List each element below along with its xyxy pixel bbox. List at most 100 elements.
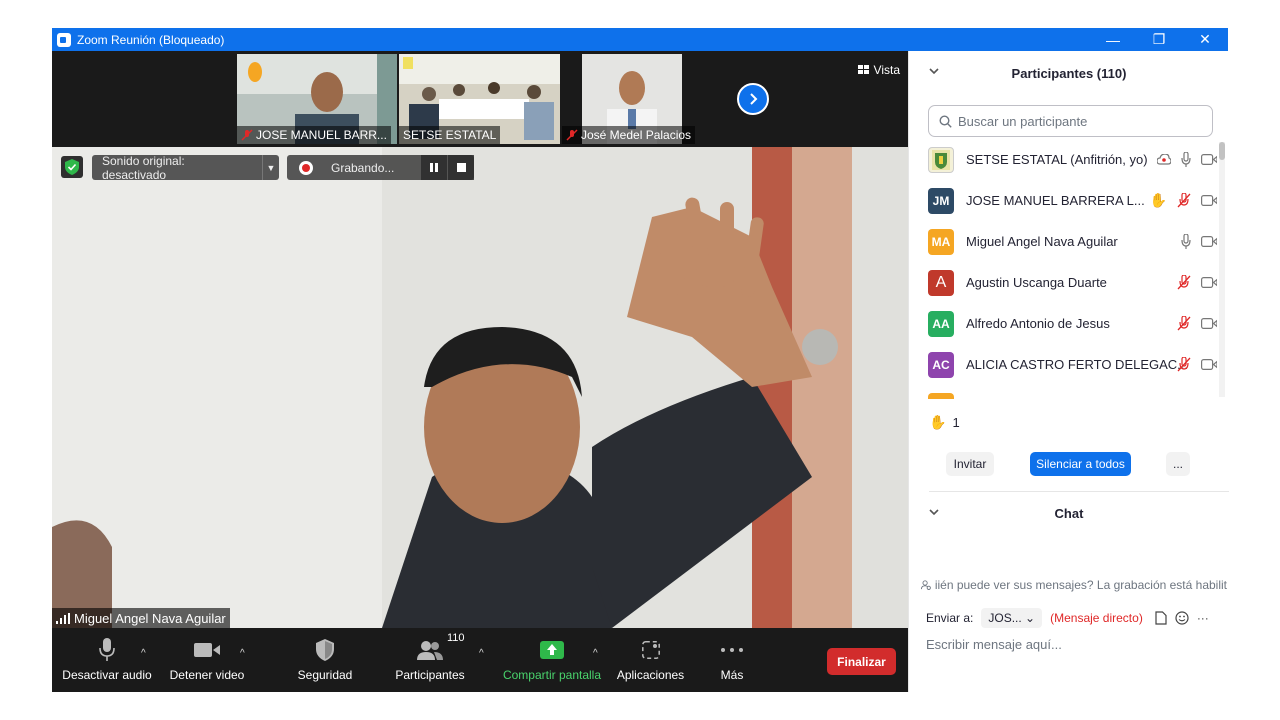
collapse-chevron-icon[interactable] — [929, 507, 939, 519]
more-button[interactable]: Más — [707, 628, 757, 692]
original-sound-toggle[interactable]: Sonido original: desactivado ▼ — [92, 154, 279, 182]
direct-message-label: (Mensaje directo) — [1050, 611, 1143, 625]
side-panel: Participantes (110) Buscar un participan… — [908, 51, 1229, 692]
microphone-icon — [1181, 234, 1191, 249]
participant-row[interactable]: A Agustin Uscanga Duarte — [909, 262, 1225, 303]
recipient-select[interactable]: JOS... ⌄ — [981, 608, 1043, 628]
participants-options-chevron-icon[interactable]: ^ — [479, 648, 484, 659]
close-button[interactable]: ✕ — [1182, 28, 1228, 51]
recipient-value: JOS... — [988, 611, 1022, 625]
user-info-icon — [921, 580, 931, 590]
participant-name: Agustin Uscanga Duarte — [966, 275, 1107, 290]
chat-recipient-row: Enviar a: JOS... ⌄ (Mensaje directo) ··· — [926, 608, 1209, 628]
thumbnail-label: SETSE ESTATAL — [399, 126, 501, 144]
participants-title: Participantes (110) — [1011, 66, 1127, 81]
participant-status — [1181, 234, 1217, 249]
participant-name: Alfredo Antonio de Jesus — [966, 316, 1110, 331]
mute-audio-button[interactable]: Desactivar audio — [62, 628, 152, 692]
participant-list-scrollbar[interactable] — [1219, 142, 1225, 397]
participants-header: Participantes (110) — [909, 51, 1229, 96]
pause-recording-button[interactable] — [421, 155, 447, 180]
raised-hands-count: 1 — [952, 415, 960, 430]
raised-hands-counter: ✋ 1 — [929, 414, 960, 431]
participant-status — [1157, 152, 1217, 167]
thumbnail-name: SETSE ESTATAL — [403, 128, 497, 142]
more-dots-icon[interactable]: ··· — [1197, 611, 1209, 625]
apps-button[interactable]: Aplicaciones — [613, 628, 688, 692]
security-label: Seguridad — [297, 668, 353, 682]
chat-title: Chat — [1054, 505, 1084, 521]
stop-video-button[interactable]: Detener video — [167, 628, 247, 692]
active-speaker-video[interactable]: Sonido original: desactivado ▼ Grabando.… — [52, 147, 908, 628]
signal-strength-icon — [56, 612, 70, 624]
video-camera-icon — [1201, 236, 1217, 247]
participant-row[interactable] — [909, 385, 1225, 399]
chat-message-input[interactable]: Escribir mensaje aquí... — [926, 637, 1062, 652]
video-thumbnail[interactable]: SETSE ESTATAL — [399, 54, 560, 144]
window-title: Zoom Reunión (Bloqueado) — [77, 32, 225, 47]
mic-off-icon — [566, 129, 578, 141]
participant-status — [1177, 275, 1217, 290]
apps-label: Aplicaciones — [616, 668, 685, 682]
security-button[interactable]: Seguridad — [290, 628, 360, 692]
next-page-button[interactable] — [737, 83, 769, 115]
mic-off-icon — [1177, 193, 1191, 208]
mic-off-icon — [1177, 357, 1191, 372]
file-icon[interactable] — [1155, 611, 1167, 625]
share-options-chevron-icon[interactable]: ^ — [593, 648, 598, 659]
share-screen-icon — [540, 638, 564, 662]
participant-name: ALICIA CASTRO FERTO DELEGAC... — [966, 357, 1189, 372]
more-options-button[interactable]: ... — [1166, 452, 1190, 476]
participant-search-input[interactable]: Buscar un participante — [928, 105, 1213, 137]
raised-hand-icon: ✋ — [929, 414, 947, 430]
apps-icon — [641, 638, 660, 662]
chat-privacy-notice[interactable]: iién puede ver sus mensajes? La grabació… — [921, 578, 1227, 592]
collapse-chevron-icon[interactable] — [929, 66, 939, 78]
participant-status — [1177, 357, 1217, 372]
participant-row[interactable]: SETSE ESTATAL (Anfitrión, yo) — [909, 139, 1225, 180]
end-meeting-button[interactable]: Finalizar — [827, 648, 896, 675]
participants-label: Participantes — [395, 668, 465, 682]
mic-off-icon — [1177, 316, 1191, 331]
participant-row[interactable]: MA Miguel Angel Nava Aguilar — [909, 221, 1225, 262]
participant-row[interactable]: AA Alfredo Antonio de Jesus — [909, 303, 1225, 344]
share-screen-button[interactable]: Compartir pantalla — [500, 628, 604, 692]
restore-button[interactable]: ❐ — [1136, 28, 1182, 51]
invite-button[interactable]: Invitar — [946, 452, 994, 476]
view-label: Vista — [873, 63, 900, 77]
emoji-icon[interactable] — [1175, 611, 1189, 625]
raised-hand-icon: ✋ — [1149, 192, 1167, 208]
participant-status — [1177, 316, 1217, 331]
view-button[interactable]: Vista — [857, 63, 900, 77]
participants-button[interactable]: 110 Participantes — [390, 628, 470, 692]
mic-off-icon — [1177, 275, 1191, 290]
audio-options-chevron-icon[interactable]: ^ — [141, 648, 146, 659]
participants-count: 110 — [447, 632, 465, 644]
thumbnail-name: JOSE MANUEL BARR... — [256, 128, 387, 142]
cloud-recording-icon — [1157, 153, 1171, 165]
video-options-chevron-icon[interactable]: ^ — [240, 648, 245, 659]
mute-all-button[interactable]: Silenciar a todos — [1030, 452, 1131, 476]
security-shield-badge[interactable] — [61, 156, 83, 178]
participant-row[interactable]: AC ALICIA CASTRO FERTO DELEGAC... — [909, 344, 1225, 385]
video-thumbnail[interactable]: JOSE MANUEL BARR... — [237, 54, 397, 144]
recording-indicator: Grabando... — [287, 155, 474, 180]
microphone-icon — [1181, 152, 1191, 167]
participant-row[interactable]: JM JOSE MANUEL BARRERA L... ✋ — [909, 180, 1225, 221]
avatar: MA — [928, 228, 954, 255]
chevron-down-icon[interactable]: ▼ — [263, 163, 279, 173]
thumbnail-label: José Medel Palacios — [562, 126, 696, 144]
minimize-button[interactable]: — — [1090, 28, 1136, 51]
speaker-name: Miguel Angel Nava Aguilar — [74, 610, 226, 626]
send-to-label: Enviar a: — [926, 611, 974, 625]
participant-status: ✋ — [1150, 192, 1217, 209]
recording-label: Grabando... — [331, 160, 395, 175]
stop-video-label: Detener video — [169, 668, 245, 682]
stop-icon — [456, 163, 466, 172]
stop-recording-button[interactable] — [448, 155, 474, 180]
meeting-toolbar: Desactivar audio ^ Detener video ^ Segur… — [52, 628, 908, 692]
title-bar: Zoom Reunión (Bloqueado) — ❐ ✕ — [52, 28, 1228, 51]
video-thumbnail[interactable]: José Medel Palacios — [562, 54, 702, 144]
recording-dot-icon — [299, 160, 313, 175]
thumbnail-label: JOSE MANUEL BARR... — [237, 126, 391, 144]
